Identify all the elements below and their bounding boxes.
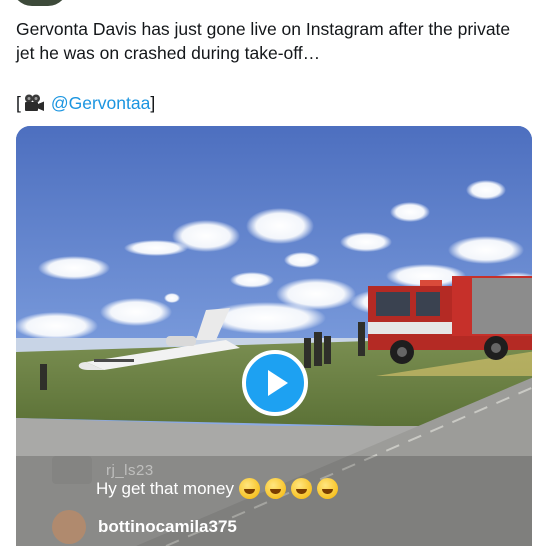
author-avatar[interactable] [12,0,68,6]
credit-open-bracket: [ [16,93,21,113]
laughing-emoji-icon [316,478,338,499]
live-comment-message: Hy get that money [96,478,338,499]
live-comment: bottinocamila375 [52,510,237,544]
comment-avatar [52,456,92,484]
comment-username: rj_ls23 [106,461,154,479]
credit-handle-link[interactable]: @Gervontaa [51,91,150,115]
movie-camera-icon [23,94,45,112]
comment-avatar [52,510,86,544]
play-button[interactable] [242,350,308,416]
tweet-credit: [ @Gervontaa ] [16,91,155,115]
tweet-text: Gervonta Davis has just gone live on Ins… [16,19,511,63]
laughing-emoji-icon [238,478,260,499]
comment-username: bottinocamila375 [98,517,237,536]
video-player[interactable]: rj_ls23 Hy get that money bottinocamila3… [16,126,532,546]
laughing-emoji-icon [264,478,286,499]
play-icon [268,370,288,396]
comment-text: Hy get that money [96,478,234,498]
laughing-emoji-icon [290,478,312,499]
credit-close-bracket: ] [150,93,156,113]
